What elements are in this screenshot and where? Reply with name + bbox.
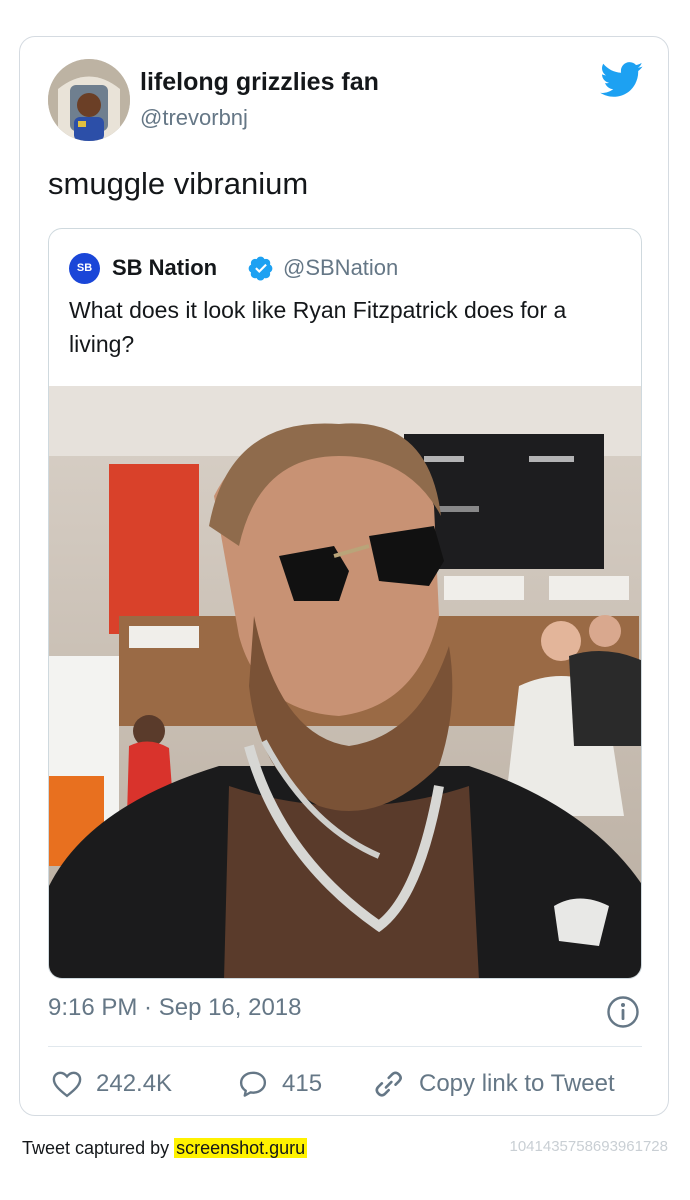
tweet-id: 1041435758693961728 (509, 1138, 668, 1155)
capture-footer: Tweet captured by screenshot.guru (22, 1138, 308, 1159)
author-name[interactable]: lifelong grizzlies fan (140, 68, 379, 97)
divider (48, 1046, 642, 1047)
quoted-author-name[interactable]: SB Nation (112, 255, 217, 281)
screenshot-guru-link[interactable]: screenshot.guru (174, 1138, 308, 1158)
copy-link-button[interactable]: Copy link to Tweet (371, 1064, 615, 1104)
reply-count: 415 (282, 1070, 323, 1097)
tweet-photo[interactable] (49, 386, 642, 979)
link-icon (375, 1071, 402, 1097)
like-count: 242.4K (96, 1070, 173, 1097)
sbnation-logo-text: SB (77, 262, 92, 274)
info-icon[interactable] (606, 995, 640, 1029)
like-button[interactable]: 242.4K (52, 1064, 172, 1104)
avatar[interactable] (48, 59, 130, 141)
copy-link-label: Copy link to Tweet (419, 1070, 615, 1097)
tweet-timestamp[interactable]: 9:16 PM · Sep 16, 2018 (48, 994, 302, 1022)
captured-by-text: Tweet captured by (22, 1138, 170, 1158)
quoted-tweet[interactable]: SB SB Nation @SBNation What does it look… (48, 228, 642, 979)
reply-button[interactable]: 415 (238, 1064, 322, 1104)
tweet-card: lifelong grizzlies fan @trevorbnj smuggl… (19, 36, 669, 1116)
verified-badge-icon (248, 256, 273, 281)
quoted-author-handle[interactable]: @SBNation (283, 255, 398, 281)
sbnation-logo: SB (69, 253, 100, 284)
twitter-bird-icon[interactable] (600, 62, 644, 98)
heart-icon (52, 1071, 82, 1098)
tweet-text: smuggle vibranium (48, 166, 309, 201)
author-handle[interactable]: @trevorbnj (140, 105, 248, 131)
reply-icon (239, 1071, 267, 1097)
quoted-tweet-text: What does it look like Ryan Fitzpatrick … (69, 297, 567, 357)
